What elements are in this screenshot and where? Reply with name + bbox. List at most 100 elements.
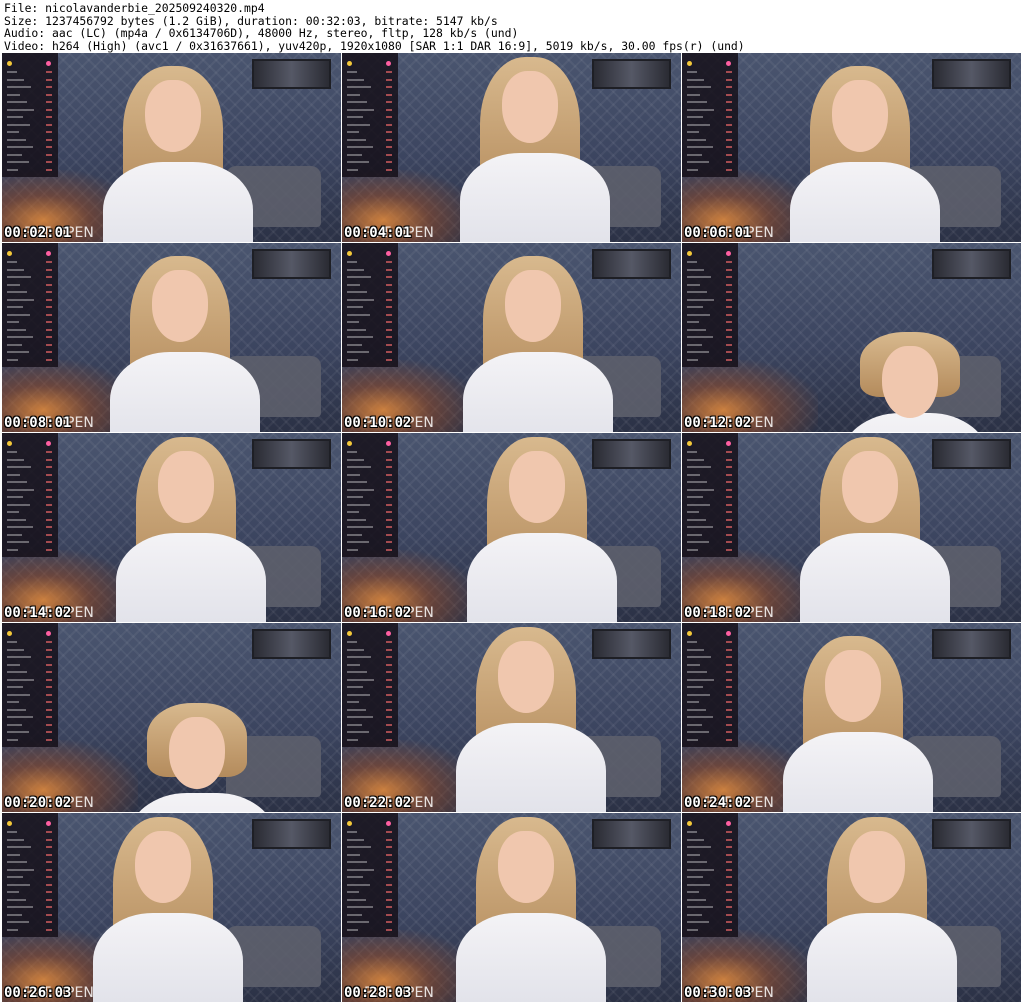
menu-line [347, 511, 359, 513]
menu-line-marker [726, 78, 732, 81]
video-thumbnail[interactable]: PVT OPEN 00:08:01 [2, 243, 341, 432]
menu-line-marker [386, 351, 392, 353]
menu-line [687, 488, 714, 491]
menu-line [687, 723, 702, 726]
menu-line [7, 708, 26, 711]
menu-line-marker [46, 913, 52, 916]
menu-line-marker [46, 123, 52, 126]
menu-line [347, 481, 367, 483]
menu-line [347, 116, 363, 118]
menu-line [347, 641, 357, 643]
menu-line-marker [726, 153, 732, 156]
menu-line-marker [386, 641, 392, 643]
video-thumbnail[interactable]: PVT OPEN 00:24:02 [682, 623, 1021, 812]
video-thumbnail[interactable]: PVT OPEN 00:14:02 [2, 433, 341, 622]
menu-line [687, 291, 707, 293]
coin-icon [7, 821, 12, 826]
person-face [509, 451, 565, 523]
person-face [145, 80, 201, 152]
menu-line [687, 838, 704, 841]
menu-line-marker [386, 298, 392, 301]
video-thumbnail[interactable]: PVT OPEN 00:18:02 [682, 433, 1021, 622]
menu-line [687, 846, 711, 848]
menu-line-marker [386, 503, 392, 506]
video-thumbnail[interactable]: PVT OPEN 00:22:02 [342, 623, 681, 812]
heart-icon [46, 631, 51, 636]
menu-line [347, 716, 373, 718]
menu-line-marker [46, 738, 52, 741]
video-thumbnail[interactable]: PVT OPEN 00:06:01 [682, 53, 1021, 242]
menu-line [347, 306, 363, 308]
menu-line [7, 831, 17, 833]
menu-line [347, 838, 364, 841]
menu-line-marker [726, 723, 732, 726]
video-thumbnail[interactable]: PVT OPEN 00:10:02 [342, 243, 681, 432]
video-thumbnail[interactable]: PVT OPEN 00:28:03 [342, 813, 681, 1002]
video-thumbnail[interactable]: PVT OPEN 00:30:03 [682, 813, 1021, 1002]
menu-line [687, 146, 713, 148]
menu-line [687, 108, 714, 111]
menu-line [7, 526, 33, 528]
menu-line-marker [386, 541, 392, 543]
menu-line-marker [46, 883, 52, 886]
frame-timestamp: 00:22:02 [344, 795, 412, 811]
menu-line-marker [46, 686, 52, 688]
menu-line [687, 161, 709, 163]
tip-menu-overlay [342, 53, 398, 177]
heart-icon [726, 821, 731, 826]
video-thumbnail[interactable]: PVT OPEN 00:26:03 [2, 813, 341, 1002]
menu-line [687, 268, 704, 271]
video-thumbnail[interactable]: PVT OPEN 00:16:02 [342, 433, 681, 622]
menu-line [687, 861, 707, 863]
video-thumbnail[interactable]: PVT OPEN 00:20:02 [2, 623, 341, 812]
menu-line [347, 883, 370, 886]
menu-line [7, 838, 24, 841]
menu-line-marker [726, 716, 732, 718]
menu-line-marker [386, 928, 392, 931]
menu-line-marker [386, 883, 392, 886]
menu-line [347, 86, 371, 88]
menu-line-marker [46, 891, 52, 893]
menu-line-marker [726, 548, 732, 551]
menu-line [687, 328, 706, 331]
menu-line [7, 101, 27, 103]
video-thumbnail[interactable]: PVT OPEN 00:02:01 [2, 53, 341, 242]
menu-line [687, 93, 700, 96]
menu-line [7, 641, 17, 643]
menu-line [7, 868, 34, 871]
menu-line-marker [46, 481, 52, 483]
menu-line [687, 168, 698, 171]
wall-picture [252, 58, 331, 90]
menu-line-marker [726, 168, 732, 171]
menu-line [347, 138, 366, 141]
menu-line [7, 678, 34, 681]
frame-timestamp: 00:06:01 [684, 225, 752, 241]
menu-line-marker [46, 153, 52, 156]
menu-line [347, 898, 366, 901]
menu-line-marker [386, 701, 392, 703]
menu-line [7, 78, 24, 81]
menu-line-marker [726, 648, 732, 651]
menu-line [687, 153, 702, 156]
menu-line [687, 458, 704, 461]
menu-line [7, 283, 20, 286]
menu-line [7, 161, 29, 163]
video-thumbnail[interactable]: PVT OPEN 00:12:02 [682, 243, 1021, 432]
menu-line-marker [726, 838, 732, 841]
frame-timestamp: 00:08:01 [4, 415, 72, 431]
menu-line [347, 693, 370, 696]
coin-icon [347, 631, 352, 636]
menu-line-marker [726, 701, 732, 703]
menu-line [687, 518, 706, 521]
menu-line [7, 276, 31, 278]
menu-line [7, 891, 19, 893]
menu-line-marker [726, 928, 732, 931]
menu-line-marker [726, 131, 732, 133]
video-thumbnail[interactable]: PVT OPEN 00:04:01 [342, 53, 681, 242]
wall-picture [252, 438, 331, 470]
menu-line [347, 503, 370, 506]
menu-line-marker [726, 261, 732, 263]
menu-line [347, 336, 373, 338]
menu-line [687, 898, 706, 901]
menu-line [7, 686, 23, 688]
